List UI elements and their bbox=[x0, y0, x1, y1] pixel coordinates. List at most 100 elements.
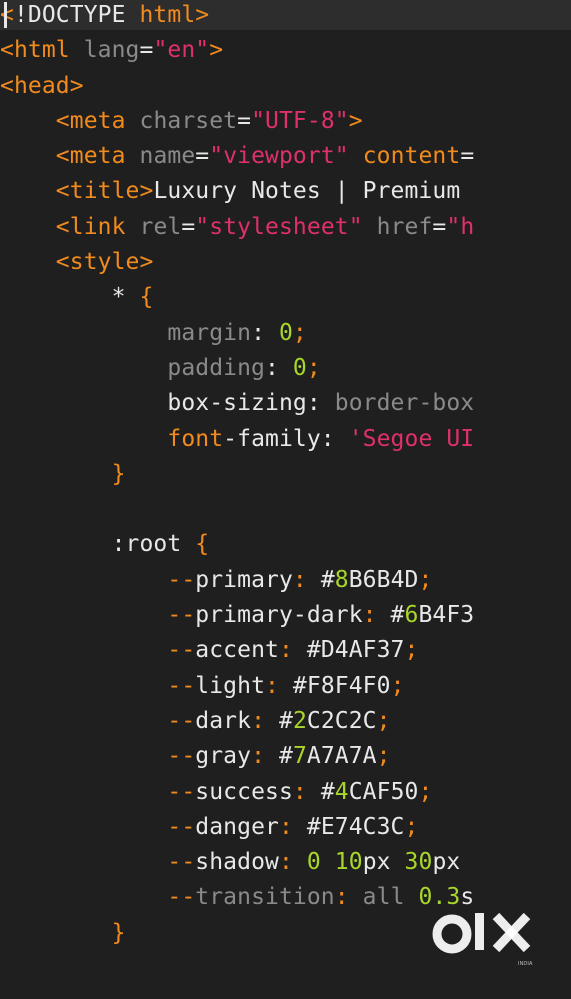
code-line[interactable]: --primary: #8B6B4D; bbox=[0, 565, 571, 600]
code-line[interactable]: <head> bbox=[0, 71, 571, 106]
code-token: "UTF-8" bbox=[251, 107, 349, 134]
code-token: { bbox=[139, 284, 154, 311]
code-line[interactable]: margin: 0; bbox=[0, 318, 571, 353]
code-token: C2C2C bbox=[306, 707, 377, 734]
code-token: charset bbox=[139, 107, 238, 134]
code-token: "viewport" bbox=[209, 143, 349, 170]
code-token: -- bbox=[167, 672, 196, 699]
code-line[interactable]: } bbox=[0, 459, 571, 494]
code-line[interactable]: --gray: #7A7A7A; bbox=[0, 741, 571, 776]
code-token: # bbox=[265, 743, 293, 770]
code-token: -- bbox=[167, 813, 196, 840]
code-line[interactable]: <meta charset="UTF-8"> bbox=[0, 106, 571, 141]
code-token: ; bbox=[292, 319, 307, 346]
code-token: px bbox=[432, 849, 461, 876]
code-line[interactable]: <meta name="viewport" content= bbox=[0, 141, 571, 176]
code-line[interactable]: --accent: #D4AF37; bbox=[0, 635, 571, 670]
code-line[interactable]: :root { bbox=[0, 529, 571, 564]
code-token: -- bbox=[167, 637, 196, 664]
code-area[interactable]: <!DOCTYPE html><html lang="en"><head> <m… bbox=[0, 0, 571, 953]
code-token: : bbox=[251, 319, 279, 346]
code-token: -- bbox=[167, 566, 196, 593]
code-line[interactable]: <!DOCTYPE html> bbox=[0, 0, 571, 35]
code-token: : bbox=[292, 566, 307, 593]
code-token: accent bbox=[195, 637, 279, 664]
code-token: 0 bbox=[306, 849, 321, 876]
code-line[interactable]: * { bbox=[0, 282, 571, 317]
code-token: ; bbox=[418, 778, 433, 805]
code-line[interactable]: padding: 0; bbox=[0, 353, 571, 388]
code-token: 10 bbox=[334, 849, 363, 876]
code-token: : bbox=[306, 390, 335, 417]
code-token: 0 bbox=[278, 319, 293, 346]
code-line[interactable]: --light: #F8F4F0; bbox=[0, 671, 571, 706]
code-token: : bbox=[251, 707, 266, 734]
code-token: -- bbox=[167, 778, 196, 805]
code-line[interactable]: --shadow: 0 10px 30px bbox=[0, 847, 571, 882]
code-token: 0 bbox=[292, 354, 307, 381]
code-token: html bbox=[139, 2, 196, 28]
code-token: 7 bbox=[292, 743, 307, 770]
code-token: = bbox=[139, 37, 154, 64]
code-token: = bbox=[460, 143, 475, 170]
code-token: <link bbox=[55, 213, 126, 240]
code-token: <meta bbox=[55, 143, 126, 170]
code-line[interactable]: <link rel="stylesheet" href="h bbox=[0, 212, 571, 247]
code-token: = bbox=[195, 143, 210, 170]
code-line[interactable]: --primary-dark: #6B4F3 bbox=[0, 600, 571, 635]
code-token: !DOCTYPE bbox=[13, 2, 140, 28]
code-line[interactable]: <style> bbox=[0, 247, 571, 282]
text-cursor bbox=[4, 2, 7, 28]
code-line[interactable]: --dark: #2C2C2C; bbox=[0, 706, 571, 741]
code-token: ; bbox=[306, 354, 321, 381]
code-token: -- bbox=[167, 743, 196, 770]
code-token: A7A7A bbox=[306, 743, 377, 770]
code-line[interactable]: <html lang="en"> bbox=[0, 35, 571, 70]
code-token: { bbox=[195, 531, 210, 558]
code-token: :root bbox=[111, 531, 196, 558]
code-token: href bbox=[376, 213, 433, 240]
code-line[interactable]: --success: #4CAF50; bbox=[0, 777, 571, 812]
code-editor[interactable]: <!DOCTYPE html><html lang="en"><head> <m… bbox=[0, 0, 571, 999]
code-token: success bbox=[195, 778, 293, 805]
code-token: gray bbox=[195, 743, 252, 770]
code-token: font bbox=[167, 425, 224, 452]
code-token: : bbox=[278, 849, 293, 876]
code-line[interactable]: font-family: 'Segoe UI bbox=[0, 424, 571, 459]
code-token: # bbox=[265, 707, 293, 734]
code-line[interactable]: --danger: #E74C3C; bbox=[0, 812, 571, 847]
code-token: padding bbox=[167, 354, 266, 381]
code-token: <meta bbox=[55, 107, 126, 134]
code-token: } bbox=[111, 919, 126, 946]
code-token: -family: bbox=[223, 425, 349, 452]
code-line[interactable]: box-sizing: border-box bbox=[0, 388, 571, 423]
code-token: ; bbox=[376, 743, 391, 770]
code-line[interactable] bbox=[0, 494, 571, 529]
code-token: : bbox=[278, 637, 293, 664]
code-token: #E74C3C bbox=[292, 813, 405, 840]
code-token: 'Segoe UI bbox=[348, 425, 475, 452]
code-token: content bbox=[362, 143, 461, 170]
watermark-sub: INDIA bbox=[518, 961, 533, 967]
code-token: -- bbox=[167, 884, 196, 911]
code-token: -- bbox=[167, 849, 196, 876]
code-token: : bbox=[292, 778, 307, 805]
code-line[interactable]: <title>Luxury Notes | Premium bbox=[0, 176, 571, 211]
code-token: * bbox=[111, 284, 140, 311]
code-token: ; bbox=[404, 637, 419, 664]
code-token: 6 bbox=[404, 602, 419, 629]
